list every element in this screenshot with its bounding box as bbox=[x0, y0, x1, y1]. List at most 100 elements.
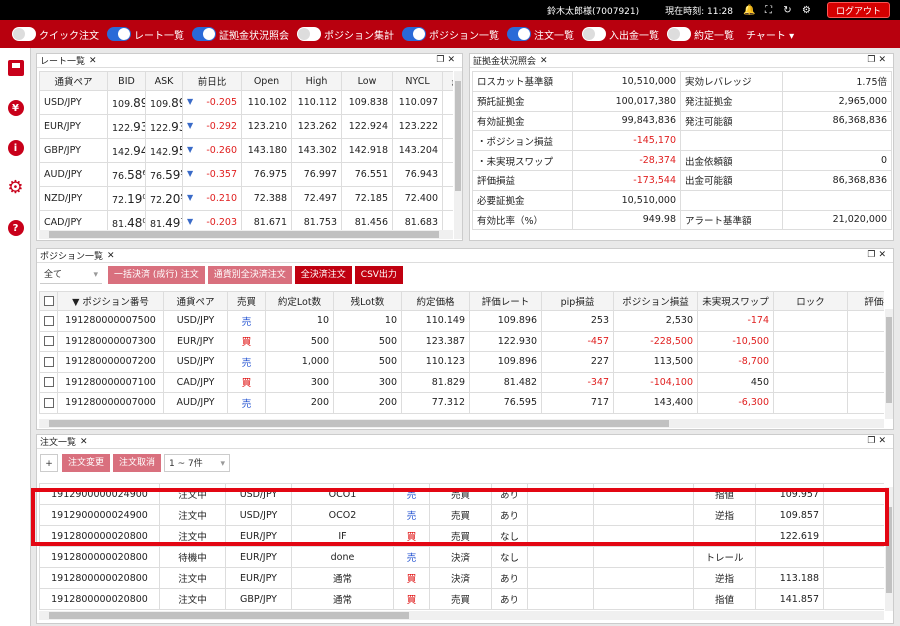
bid-cell[interactable]: 122.930 bbox=[107, 114, 146, 139]
order-row[interactable]: 1912800000020800 待機中 EUR/JPY done 売決済 なし トレール bbox=[39, 546, 884, 568]
sidebar-help[interactable]: ? bbox=[0, 208, 31, 248]
position-col-header[interactable]: 評価損 bbox=[847, 291, 884, 311]
window-controls[interactable]: ❐✕ bbox=[867, 436, 889, 446]
toggle-switch[interactable] bbox=[297, 27, 321, 41]
add-order-button[interactable]: + bbox=[40, 454, 58, 472]
position-col-header[interactable]: pip損益 bbox=[541, 291, 614, 311]
rate-row[interactable]: NZD/JPY72.190⬇72.205⬇ ▼ -0.210 72.38872.497… bbox=[39, 186, 453, 211]
order-row[interactable]: 1912800000020800 注文中 GBP/JPY 通常買売買 あり 指値 141.8… bbox=[39, 588, 884, 610]
position-col-header[interactable]: 売買 bbox=[227, 291, 266, 311]
refresh-icon[interactable]: ↻ bbox=[781, 5, 794, 16]
cancel-order-button[interactable]: 注文取消 bbox=[113, 454, 162, 472]
position-col-header[interactable]: 約定価格 bbox=[401, 291, 470, 311]
position-col-header[interactable]: ロック bbox=[773, 291, 848, 311]
position-col-header[interactable]: 未実現スワップ bbox=[697, 291, 774, 311]
close-all-button[interactable]: 全決済注文 bbox=[294, 266, 352, 284]
position-row[interactable]: 191280000007100 CAD/JPY 買 300 300 81.829 81.48… bbox=[39, 371, 884, 393]
close-by-currency-button[interactable]: 通貨別全決済注文 bbox=[207, 266, 292, 284]
ask-cell[interactable]: 122.939 bbox=[145, 114, 183, 139]
close-icon[interactable]: ✕ bbox=[80, 437, 88, 447]
position-col-header[interactable]: ▼ ポジション番号 bbox=[57, 291, 164, 311]
toggle-switch[interactable] bbox=[192, 27, 216, 41]
csv-export-button[interactable]: CSV出力 bbox=[354, 266, 403, 284]
rate-col-header[interactable]: 前日比 bbox=[182, 71, 242, 91]
window-controls[interactable]: ❐✕ bbox=[867, 55, 889, 65]
rate-hscrollbar[interactable] bbox=[39, 230, 453, 239]
toggle-0[interactable]: クイック注文 bbox=[12, 27, 99, 42]
position-col-header[interactable]: 評価レート bbox=[469, 291, 542, 311]
positions-scrollbar[interactable] bbox=[885, 309, 893, 419]
bid-cell[interactable]: 142.944 bbox=[107, 138, 146, 163]
toggle-5[interactable]: 注文一覧 bbox=[507, 27, 574, 42]
rate-col-header[interactable]: Low bbox=[341, 71, 393, 91]
bell-icon[interactable]: 🔔 bbox=[743, 5, 756, 16]
checkbox[interactable] bbox=[44, 336, 54, 347]
checkbox[interactable] bbox=[44, 315, 54, 326]
rate-col-header[interactable]: NYCL bbox=[392, 71, 443, 91]
toggle-switch[interactable] bbox=[107, 27, 131, 41]
rate-row[interactable]: USD/JPY109.892109.896 ▼ -0.205 110.102110.1… bbox=[39, 90, 453, 115]
position-row[interactable]: 191280000007500 USD/JPY 売 10 10 110.149 109.89… bbox=[39, 310, 884, 332]
checkbox[interactable] bbox=[44, 356, 54, 367]
bid-cell[interactable]: 76.586 bbox=[107, 162, 146, 187]
toggle-switch[interactable] bbox=[12, 27, 36, 41]
modify-order-button[interactable]: 注文変更 bbox=[62, 454, 111, 472]
position-row[interactable]: 191280000007200 USD/JPY 売 1,000 500 110.123 10… bbox=[39, 351, 884, 373]
gear-icon[interactable]: ⚙ bbox=[800, 5, 813, 16]
position-filter-select[interactable]: 全て ▾ bbox=[40, 266, 102, 284]
rate-row[interactable]: AUD/JPY76.58676.595▼-0.35776.97576.99776… bbox=[39, 162, 453, 187]
close-icon[interactable]: ✕ bbox=[107, 251, 115, 261]
toggle-switch[interactable] bbox=[507, 27, 531, 41]
row-checkbox-cell[interactable] bbox=[39, 351, 58, 373]
rate-row[interactable]: GBP/JPY142.944142.955 ▼ -0.260 143.180143.3… bbox=[39, 138, 453, 163]
position-col-header[interactable]: 残Lot数 bbox=[333, 291, 402, 311]
sidebar-settings[interactable]: ⚙ bbox=[0, 168, 31, 208]
toggle-switch[interactable] bbox=[667, 27, 691, 41]
bid-cell[interactable]: 109.892 bbox=[107, 90, 146, 115]
window-controls[interactable]: ❐✕ bbox=[436, 55, 458, 65]
position-col-header[interactable]: 約定Lot数 bbox=[265, 291, 334, 311]
toggle-6[interactable]: 入出金一覧 bbox=[582, 27, 659, 42]
toggle-switch[interactable] bbox=[582, 27, 606, 41]
ask-cell[interactable]: 76.595 bbox=[145, 162, 183, 187]
ask-cell[interactable]: 109.896 bbox=[145, 90, 183, 115]
rate-col-header[interactable]: ASK bbox=[145, 71, 183, 91]
position-row[interactable]: 191280000007000 AUD/JPY 売 200 200 77.312 76.59… bbox=[39, 392, 884, 414]
ask-cell[interactable]: 142.955 bbox=[145, 138, 183, 163]
position-col-header[interactable]: ポジション損益 bbox=[613, 291, 698, 311]
toggle-switch[interactable] bbox=[402, 27, 426, 41]
rate-col-header[interactable]: High bbox=[291, 71, 342, 91]
position-col-header[interactable]: 通貨ペア bbox=[163, 291, 228, 311]
row-checkbox-cell[interactable] bbox=[39, 392, 58, 414]
bid-cell[interactable]: 72.190⬇ bbox=[107, 186, 146, 211]
rate-col-header[interactable]: BID bbox=[107, 71, 146, 91]
toggle-7[interactable]: 約定一覧 bbox=[667, 27, 734, 42]
toggle-2[interactable]: 証拠金状況照会 bbox=[192, 27, 289, 42]
toggle-3[interactable]: ポジション集計 bbox=[297, 27, 394, 42]
row-checkbox-cell[interactable] bbox=[39, 330, 58, 352]
sidebar-deposit[interactable]: ¥ bbox=[0, 88, 31, 128]
close-icon[interactable]: ✕ bbox=[89, 56, 97, 66]
toggle-4[interactable]: ポジション一覧 bbox=[402, 27, 499, 42]
sidebar-save[interactable] bbox=[0, 48, 31, 88]
rate-scrollbar[interactable] bbox=[454, 71, 462, 239]
rate-col-header[interactable]: 通貨ペア bbox=[39, 71, 108, 91]
positions-hscrollbar[interactable] bbox=[39, 419, 884, 428]
window-controls[interactable]: ❐✕ bbox=[867, 250, 889, 260]
rate-col-header[interactable]: Open bbox=[241, 71, 292, 91]
orders-hscrollbar[interactable] bbox=[39, 611, 884, 620]
toggle-1[interactable]: レート一覧 bbox=[107, 27, 184, 42]
row-checkbox-cell[interactable] bbox=[39, 310, 58, 332]
ask-cell[interactable]: 72.205⬇ bbox=[145, 186, 183, 211]
position-row[interactable]: 191280000007300 EUR/JPY 買 500 500 123.387 122.… bbox=[39, 330, 884, 352]
order-row[interactable]: 1912800000020800 注文中 EUR/JPY 通常買決済 あり 逆指 113.1… bbox=[39, 567, 884, 589]
logout-button[interactable]: ログアウト bbox=[826, 2, 890, 18]
sidebar-info[interactable]: i bbox=[0, 128, 31, 168]
chart-menu[interactable]: チャート ▾ bbox=[746, 27, 794, 42]
bulk-market-close-button[interactable]: 一括決済 (成行) 注文 bbox=[108, 266, 205, 284]
close-icon[interactable]: ✕ bbox=[540, 56, 548, 66]
checkbox[interactable] bbox=[44, 296, 54, 306]
rate-col-header[interactable]: 最終 bbox=[442, 71, 453, 91]
checkbox[interactable] bbox=[44, 397, 54, 408]
select-all-checkbox-cell[interactable] bbox=[39, 291, 58, 311]
